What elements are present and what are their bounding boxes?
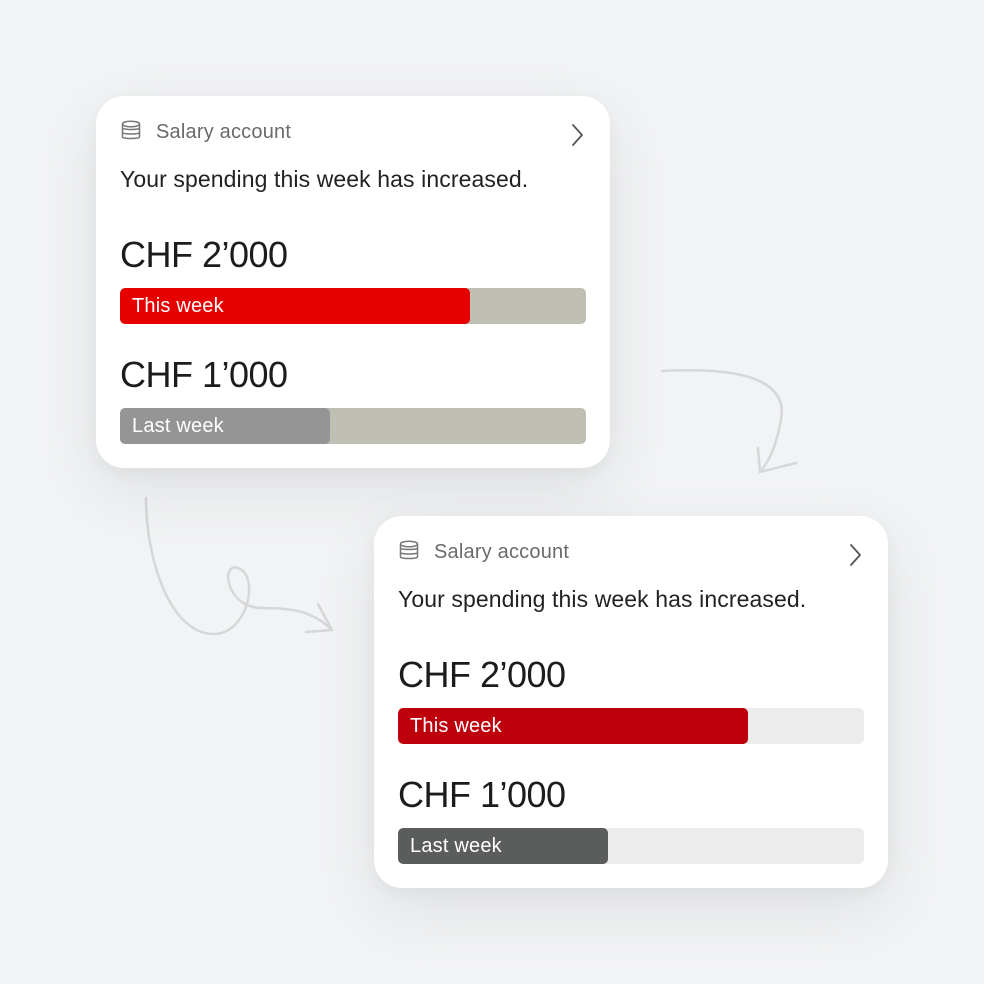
last-week-amount: CHF 1’000 — [398, 774, 566, 815]
this-week-label: This week — [410, 715, 502, 737]
last-week-bar: Last week — [120, 408, 586, 444]
card-header: Salary account — [398, 538, 569, 566]
chevron-right-icon[interactable] — [568, 122, 586, 148]
account-name: Salary account — [156, 120, 292, 143]
last-week-label: Last week — [132, 415, 224, 437]
this-week-amount: CHF 2’000 — [120, 234, 288, 275]
card-header: Salary account — [120, 118, 291, 146]
this-week-amount: CHF 2’000 — [398, 654, 566, 695]
last-week-bar: Last week — [398, 828, 864, 864]
this-week-bar: This week — [120, 288, 586, 324]
spending-card-bottom[interactable]: Salary account Your spending this week h… — [374, 516, 888, 888]
spending-message: Your spending this week has increased. — [398, 586, 807, 612]
last-week-label: Last week — [410, 835, 502, 857]
chevron-right-icon[interactable] — [846, 542, 864, 568]
spending-message: Your spending this week has increased. — [120, 166, 529, 192]
account-name: Salary account — [434, 540, 570, 563]
database-stack-icon — [120, 120, 142, 144]
database-stack-icon — [398, 540, 420, 564]
last-week-amount: CHF 1’000 — [120, 354, 288, 395]
spending-card-top[interactable]: Salary account Your spending this week h… — [96, 96, 610, 468]
this-week-bar: This week — [398, 708, 864, 744]
this-week-label: This week — [132, 295, 224, 317]
